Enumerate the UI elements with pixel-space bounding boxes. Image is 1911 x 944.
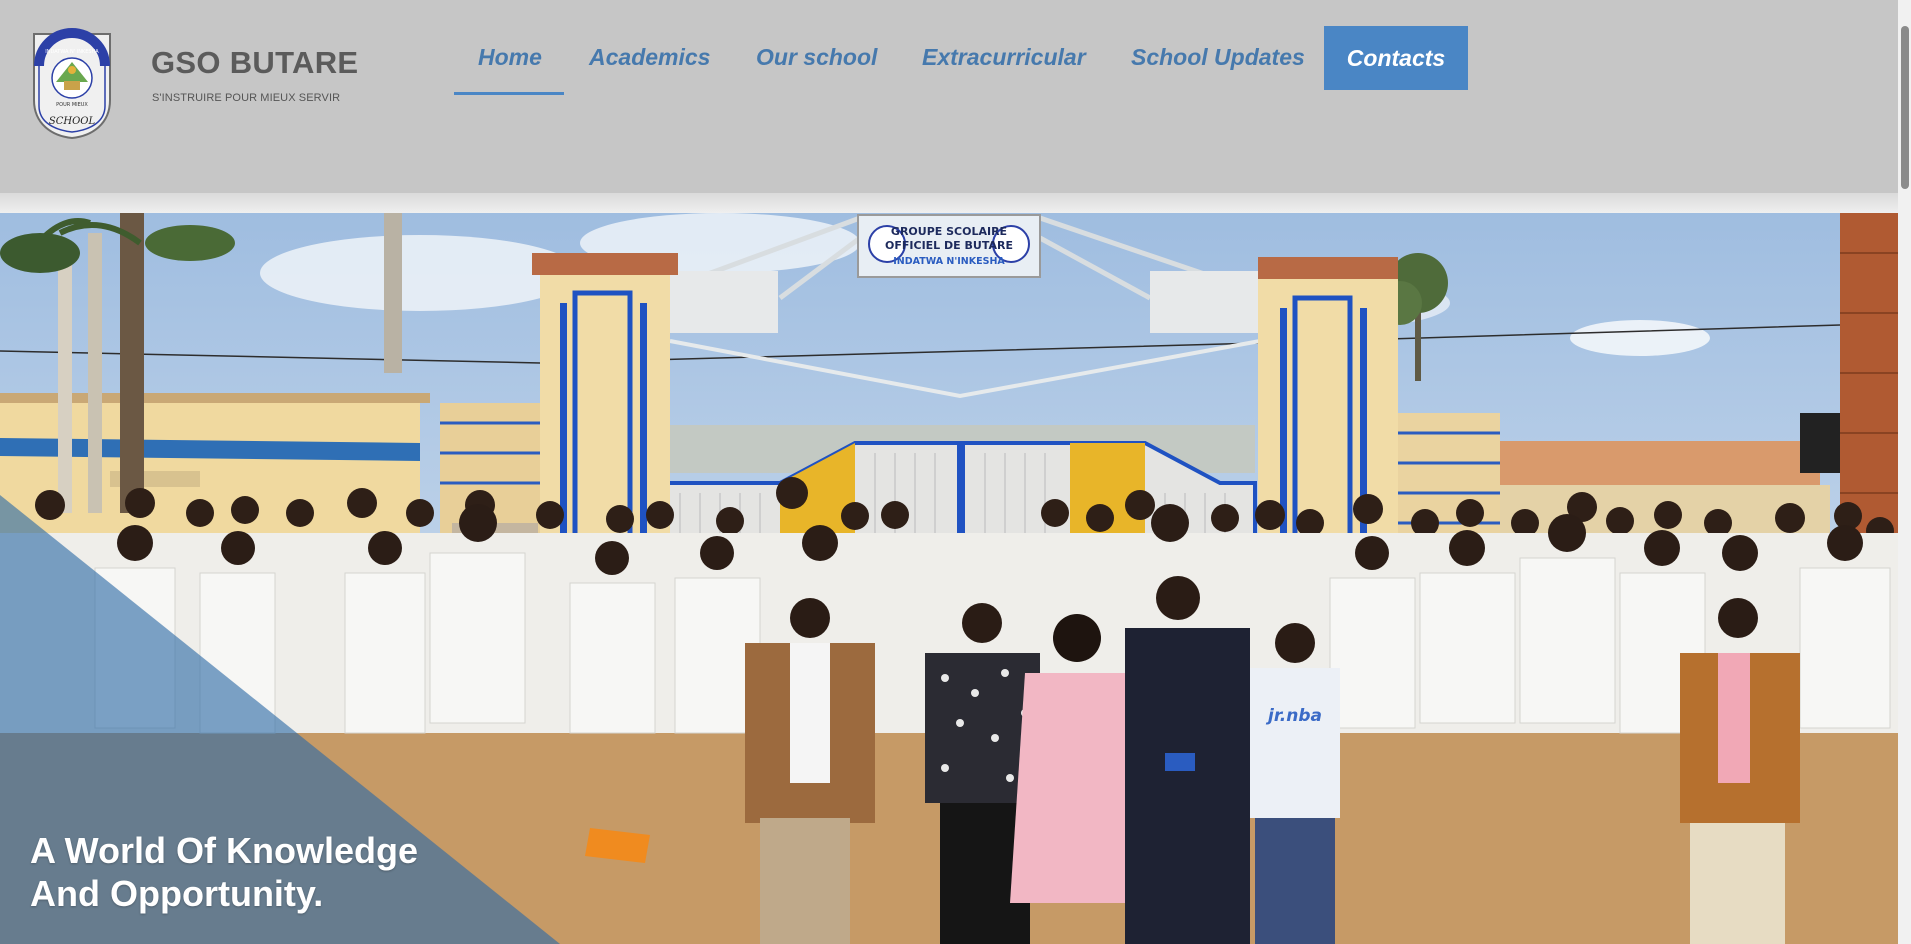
header-divider xyxy=(0,193,1898,213)
shirt-print: jr.nba xyxy=(1265,706,1322,726)
site-header: INDATWA N' INKESHA POUR MIEUX SCHOOL GSO… xyxy=(0,0,1898,193)
gate-sign-line: GROUPE SCOLAIRE xyxy=(891,225,1007,238)
hero-heading: A World Of Knowledge And Opportunity. xyxy=(30,830,418,915)
nav-our-school[interactable]: Our school xyxy=(756,44,877,71)
logo-lettering: SCHOOL xyxy=(49,116,96,127)
brand-tagline: S'INSTRUIRE POUR MIEUX SERVIR xyxy=(152,92,341,104)
nav-home[interactable]: Home xyxy=(478,44,542,71)
nav-extracurricular[interactable]: Extracurricular xyxy=(922,44,1086,71)
nav-academics[interactable]: Academics xyxy=(589,44,710,71)
school-crest-icon[interactable]: INDATWA N' INKESHA POUR MIEUX SCHOOL xyxy=(26,26,118,140)
gate-sign-line: OFFICIEL DE BUTARE xyxy=(885,239,1013,252)
logo-lettering: INDATWA N' INKESHA xyxy=(45,49,99,55)
contacts-button[interactable]: Contacts xyxy=(1324,26,1468,90)
gate-sign-line: INDATWA N'INKESHA xyxy=(893,256,1005,267)
scrollbar-thumb[interactable] xyxy=(1901,26,1909,189)
nav-school-updates[interactable]: School Updates xyxy=(1131,44,1305,71)
hero-banner: GROUPE SCOLAIRE OFFICIEL DE BUTARE INDAT… xyxy=(0,213,1898,944)
logo-lettering: POUR MIEUX xyxy=(56,102,88,108)
contacts-button-label: Contacts xyxy=(1346,45,1446,71)
brand-name[interactable]: GSO BUTARE xyxy=(151,45,358,81)
page-viewport: INDATWA N' INKESHA POUR MIEUX SCHOOL GSO… xyxy=(0,0,1911,944)
active-nav-indicator xyxy=(454,92,564,95)
